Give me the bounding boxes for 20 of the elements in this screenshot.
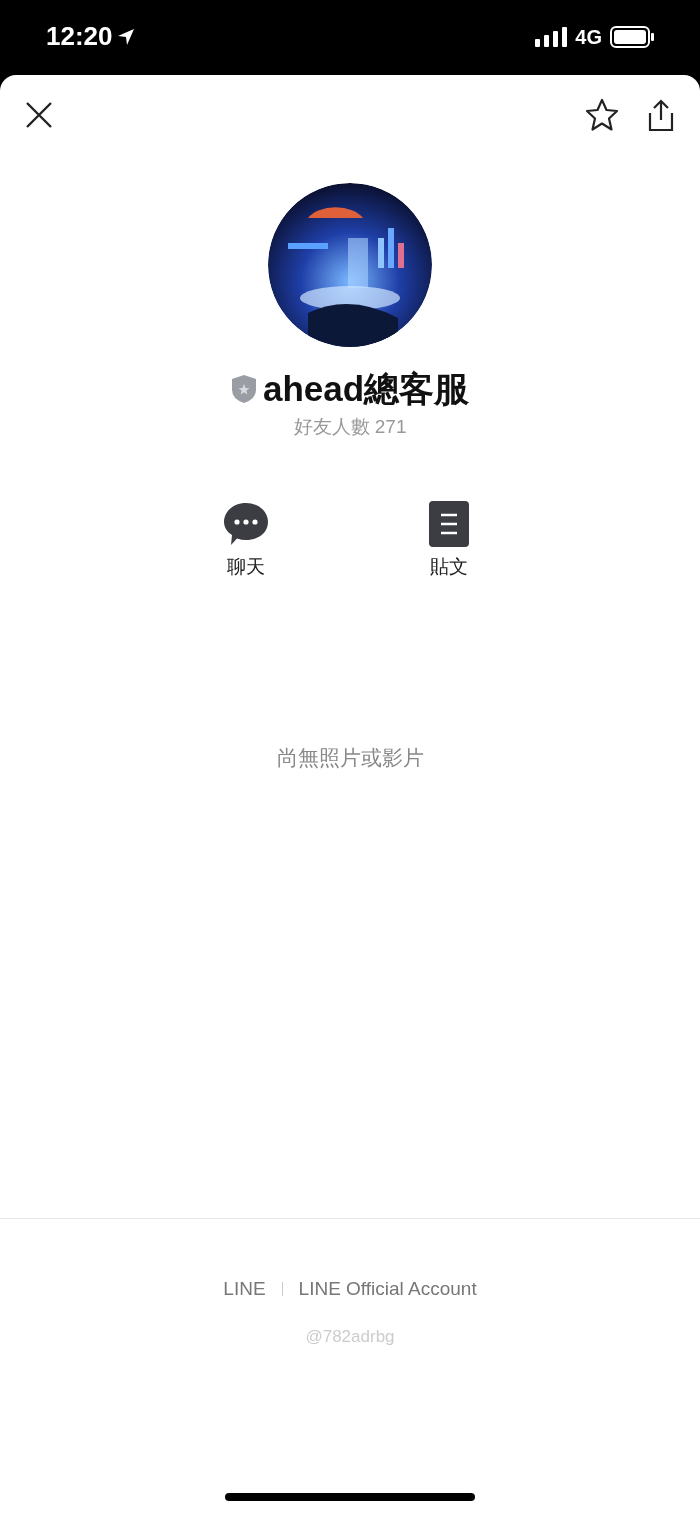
empty-message: 尚無照片或影片 xyxy=(276,744,424,771)
share-button[interactable] xyxy=(646,97,676,133)
shield-badge-icon xyxy=(230,373,257,404)
battery-icon xyxy=(610,25,654,48)
network-type: 4G xyxy=(575,24,602,50)
account-name: ahead總客服 xyxy=(262,368,470,410)
posts-button[interactable]: 貼文 xyxy=(429,501,469,582)
clock-time: 12:20 xyxy=(46,20,113,53)
location-arrow-icon xyxy=(116,27,135,46)
footer-link[interactable]: LINE Official Account xyxy=(298,1275,477,1304)
signal-icon xyxy=(535,26,568,47)
close-button[interactable] xyxy=(24,100,54,130)
close-icon xyxy=(24,100,54,130)
footer-link[interactable]: LINE xyxy=(223,1275,266,1304)
document-icon xyxy=(429,501,469,548)
star-icon xyxy=(584,97,620,133)
share-icon xyxy=(646,98,676,132)
friend-count: 好友人數 271 xyxy=(293,414,407,439)
chat-button[interactable]: 聊天 xyxy=(223,501,269,582)
favorite-button[interactable] xyxy=(584,97,620,133)
